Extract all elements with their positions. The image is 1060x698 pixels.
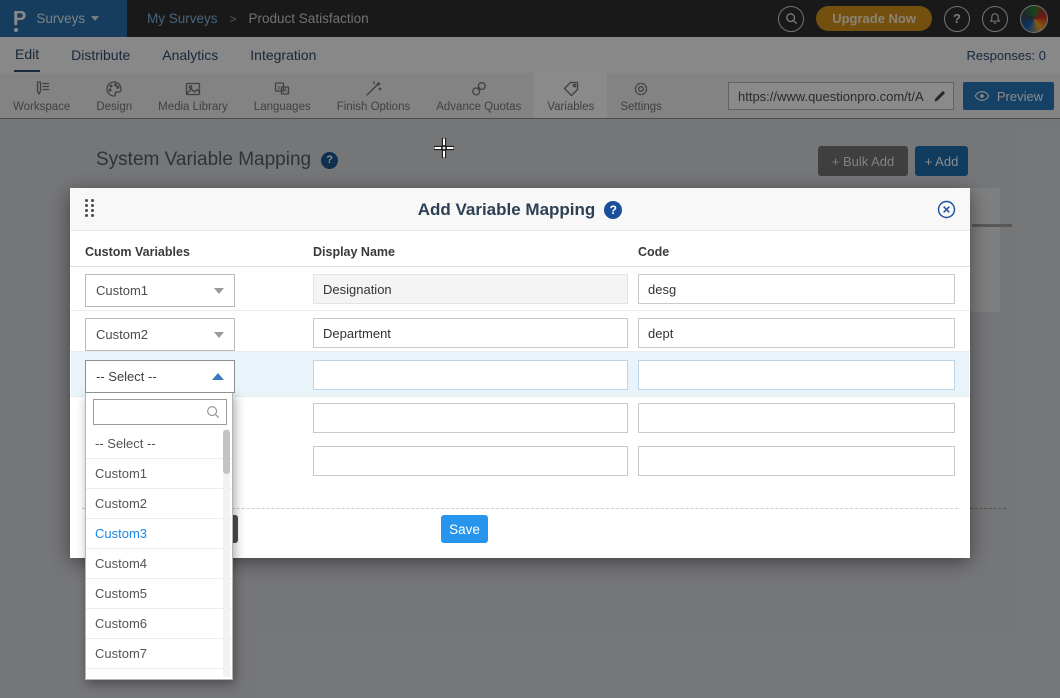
- dialog-help-icon[interactable]: ?: [604, 201, 622, 219]
- dropdown-option[interactable]: -- Select --: [86, 429, 232, 459]
- chevron-down-icon: [214, 332, 224, 338]
- dropdown-search-input[interactable]: [101, 405, 205, 420]
- dropdown-search-box: [93, 399, 227, 425]
- close-icon[interactable]: [937, 200, 956, 219]
- display-name-input-row2[interactable]: [313, 318, 628, 348]
- dropdown-panel: -- Select -- Custom1 Custom2 Custom3 Cus…: [85, 392, 233, 680]
- code-input-row1[interactable]: [638, 274, 955, 304]
- dropdown-option[interactable]: Custom5: [86, 579, 232, 609]
- code-input-row3[interactable]: [638, 360, 955, 390]
- display-name-input-row3[interactable]: [313, 360, 628, 390]
- column-header-code: Code: [638, 245, 669, 259]
- custom-variable-select-row1[interactable]: Custom1: [85, 274, 235, 307]
- app-screen: P Surveys My Surveys > Product Satisfact…: [0, 0, 1060, 698]
- dropdown-option[interactable]: Custom2: [86, 489, 232, 519]
- code-input-row5[interactable]: [638, 446, 955, 476]
- custom-variable-select-row2[interactable]: Custom2: [85, 318, 235, 351]
- dropdown-option[interactable]: Custom4: [86, 549, 232, 579]
- dialog-header: Add Variable Mapping ?: [70, 188, 970, 231]
- dropdown-option[interactable]: Custom3: [86, 519, 232, 549]
- scrollbar-thumb[interactable]: [223, 430, 230, 474]
- dropdown-option[interactable]: Custom6: [86, 609, 232, 639]
- column-header-display-name: Display Name: [313, 245, 395, 259]
- select-value: Custom2: [96, 327, 148, 342]
- display-name-input-row4[interactable]: [313, 403, 628, 433]
- select-value: Custom1: [96, 283, 148, 298]
- display-name-input-row1[interactable]: [313, 274, 628, 304]
- display-name-input-row5[interactable]: [313, 446, 628, 476]
- dialog-title: Add Variable Mapping: [418, 200, 596, 220]
- save-button[interactable]: Save: [441, 515, 488, 543]
- divider: [70, 266, 970, 267]
- chevron-down-icon: [214, 288, 224, 294]
- custom-variable-select-row3-open[interactable]: -- Select --: [85, 360, 235, 393]
- dropdown-scrollbar[interactable]: [223, 429, 230, 677]
- divider: [70, 310, 970, 311]
- chevron-up-icon: [212, 373, 224, 380]
- column-header-custom-variables: Custom Variables: [85, 245, 190, 259]
- search-icon: [205, 404, 221, 420]
- code-input-row4[interactable]: [638, 403, 955, 433]
- divider: [70, 351, 970, 352]
- dropdown-option[interactable]: Custom1: [86, 459, 232, 489]
- mouse-cursor: [432, 136, 456, 160]
- select-value: -- Select --: [96, 369, 157, 384]
- code-input-row2[interactable]: [638, 318, 955, 348]
- dropdown-option-list: -- Select -- Custom1 Custom2 Custom3 Cus…: [86, 429, 232, 669]
- dropdown-option[interactable]: Custom7: [86, 639, 232, 669]
